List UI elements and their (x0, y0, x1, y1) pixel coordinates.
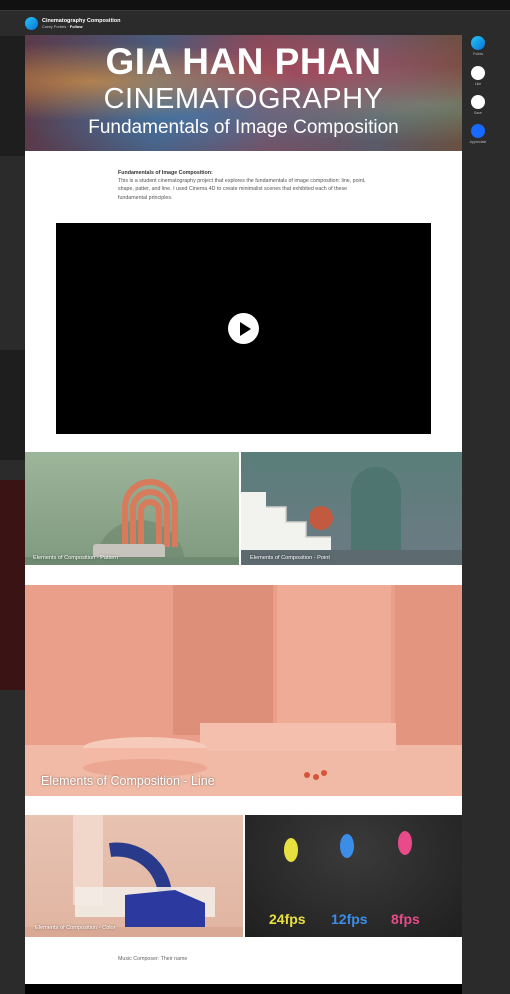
sidebar-label: Appreciate (469, 140, 487, 144)
fps-label-12: 12fps (331, 911, 368, 927)
sidebar-label: Like (474, 82, 482, 86)
music-credit: Music Composer: Their name (118, 956, 188, 962)
owner-avatar[interactable] (25, 16, 38, 30)
stairs-render (241, 467, 462, 565)
tile-caption: Elements of Composition - Line (41, 774, 215, 788)
hero-subtitle: CINEMATOGRAPHY (103, 83, 384, 115)
arches-render (25, 479, 239, 565)
like-icon[interactable] (471, 66, 485, 80)
tile-caption: Elements of Composition - Pattern (33, 555, 119, 561)
project-owner-line: Corey Forbes · Follow (42, 23, 83, 29)
shapes-render (25, 815, 243, 937)
description-body: This is a student cinematography project… (118, 178, 366, 201)
project-header: Cinematography Composition Corey Forbes … (25, 14, 121, 32)
browser-top-strip (0, 0, 510, 11)
hero-tagline: Fundamentals of Image Composition (88, 117, 399, 138)
tile-caption: Elements of Composition - Color (35, 925, 116, 931)
project-description: Fundamentals of Image Composition: This … (118, 169, 368, 202)
fps-label-24: 24fps (269, 911, 306, 927)
image-tile-point[interactable]: Elements of Composition - Point (241, 452, 462, 565)
follow-link[interactable]: Follow (70, 24, 83, 29)
owner-avatar-icon[interactable] (471, 36, 485, 50)
image-tile-pattern[interactable]: Elements of Composition - Pattern (25, 452, 239, 565)
video-player[interactable] (56, 223, 431, 434)
sidebar-appreciate[interactable]: Appreciate (466, 124, 490, 144)
sidebar-label: Save (474, 111, 482, 115)
bottom-strip (25, 984, 462, 994)
fps-label-8: 8fps (391, 911, 420, 927)
background-page-panel (0, 480, 25, 690)
background-page-panel (0, 36, 25, 156)
play-button-icon[interactable] (228, 313, 259, 344)
description-title: Fundamentals of Image Composition: (118, 170, 213, 176)
save-icon[interactable] (471, 95, 485, 109)
image-tile-line[interactable]: Elements of Composition - Line (25, 585, 462, 796)
hero-name: GIA HAN PHAN (105, 41, 382, 82)
owner-name[interactable]: Corey Forbes (42, 24, 66, 29)
image-tile-fps[interactable]: 24fps 12fps 8fps (245, 815, 462, 937)
sidebar-label: Follow (472, 52, 484, 56)
appreciate-icon[interactable] (471, 124, 485, 138)
sidebar-save[interactable]: Save (466, 95, 490, 115)
sidebar-like[interactable]: Like (466, 66, 490, 86)
project-canvas: GIA HAN PHAN CINEMATOGRAPHY Fundamentals… (25, 35, 462, 994)
tile-caption: Elements of Composition - Point (250, 555, 330, 561)
image-tile-color[interactable]: Elements of Composition - Color (25, 815, 243, 937)
background-page-panel (0, 350, 25, 460)
hero-banner: GIA HAN PHAN CINEMATOGRAPHY Fundamentals… (25, 35, 462, 151)
sidebar-follow[interactable]: Follow (466, 36, 490, 56)
room-render (25, 585, 462, 796)
